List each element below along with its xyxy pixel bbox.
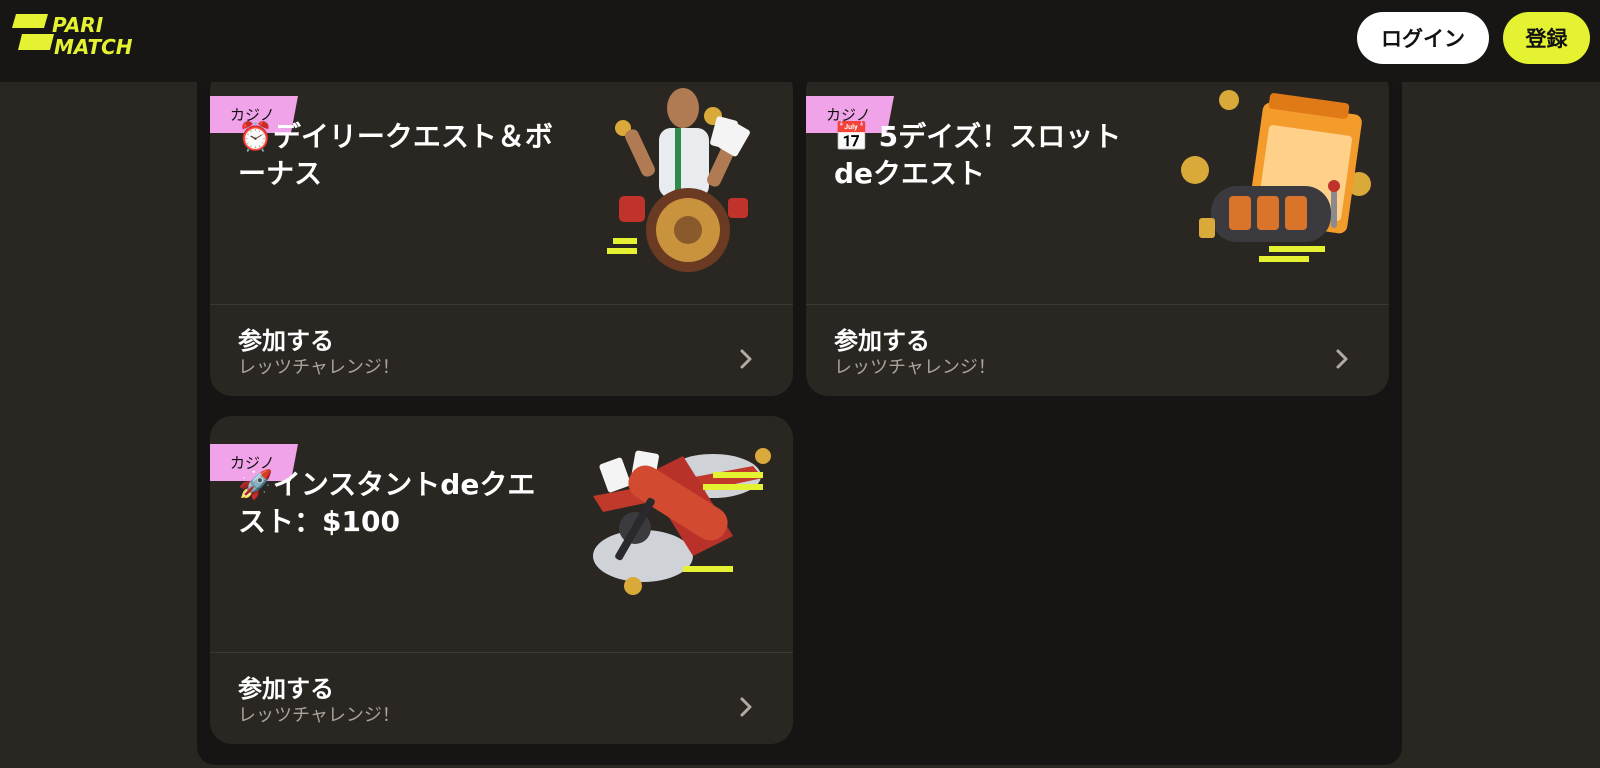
calendar-slot-machine-icon — [1181, 90, 1371, 262]
join-cta[interactable]: 参加する レッツチャレンジ！ — [238, 674, 400, 728]
card-divider — [210, 304, 793, 305]
parimatch-logo[interactable]: PARI MATCH — [8, 12, 158, 60]
join-sub-label: レッツチャレンジ！ — [834, 357, 996, 378]
join-sub-label: レッツチャレンジ！ — [238, 705, 400, 726]
login-button[interactable]: ログイン — [1357, 12, 1489, 64]
logo-text-top: PARI — [52, 13, 104, 37]
logo-text-bottom: MATCH — [54, 35, 133, 59]
card-title: ⏰デイリークエスト＆ボーナス — [238, 120, 553, 190]
card-divider — [806, 304, 1389, 305]
card-divider — [210, 652, 793, 653]
join-sub-label: レッツチャレンジ！ — [238, 357, 400, 378]
join-label: 参加する — [238, 327, 334, 355]
chevron-right-icon[interactable] — [735, 348, 757, 370]
quest-card-instant[interactable]: カジノ 🚀インスタントdeクエスト：$100 参加する レッツチャレンジ！ — [210, 416, 793, 744]
join-label: 参加する — [834, 327, 930, 355]
chevron-right-icon[interactable] — [735, 696, 757, 718]
football-player-roulette-icon — [607, 88, 750, 272]
register-button[interactable]: 登録 — [1503, 12, 1590, 64]
card-title: 🚀インスタントdeクエスト：$100 — [238, 468, 536, 538]
chevron-right-icon[interactable] — [1331, 348, 1353, 370]
top-bar: PARI MATCH ログイン 登録 — [0, 0, 1600, 82]
quest-card-daily[interactable]: カジノ ⏰デイリークエスト＆ボーナス 参加する レッツチャレンジ！ — [210, 68, 793, 396]
join-label: 参加する — [238, 675, 334, 703]
card-title: 📅 5デイズ！スロットdeクエスト — [834, 120, 1122, 190]
join-cta[interactable]: 参加する レッツチャレンジ！ — [834, 326, 996, 380]
red-airplane-icon — [593, 448, 771, 595]
quest-card-5days[interactable]: カジノ 📅 5デイズ！スロットdeクエスト 参加する レッツチャレンジ！ — [806, 68, 1389, 396]
join-cta[interactable]: 参加する レッツチャレンジ！ — [238, 326, 400, 380]
